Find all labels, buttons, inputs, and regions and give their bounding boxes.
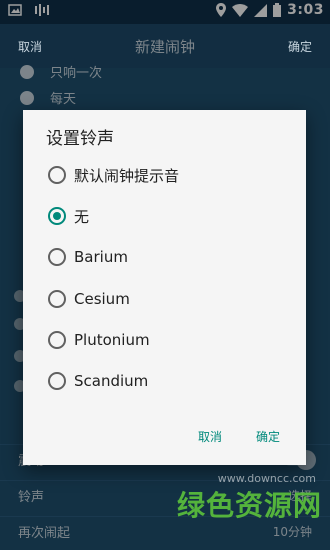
ringtone-option-default[interactable]: 默认闹钟提示音 [48,160,179,190]
ringtone-option-scandium[interactable]: Scandium [48,366,148,396]
radio-icon [48,331,66,349]
ringtone-option-barium[interactable]: Barium [48,242,128,272]
watermark: www.downcc.com 绿色资源网 [176,472,322,524]
ringtone-option-none[interactable]: 无 [48,201,89,231]
watermark-text: 绿色资源网 [176,489,322,522]
dialog-title: 设置铃声 [46,129,114,149]
watermark-url: www.downcc.com [217,472,316,485]
radio-icon [48,372,66,390]
dialog-actions: 取消 确定 [198,428,280,445]
confirm-button[interactable]: 确定 [288,38,312,55]
radio-icon [48,248,66,266]
dialog-cancel-button[interactable]: 取消 [198,428,222,445]
cancel-button[interactable]: 取消 [18,38,42,55]
ringtone-dialog: 设置铃声 默认闹钟提示音 无 Barium Cesium Plutonium S… [23,110,306,465]
ringtone-option-cesium[interactable]: Cesium [48,284,130,314]
dialog-confirm-button[interactable]: 确定 [256,428,280,445]
radio-icon [48,166,66,184]
radio-icon [48,290,66,308]
radio-checked-icon [48,207,66,225]
ringtone-option-plutonium[interactable]: Plutonium [48,325,150,355]
